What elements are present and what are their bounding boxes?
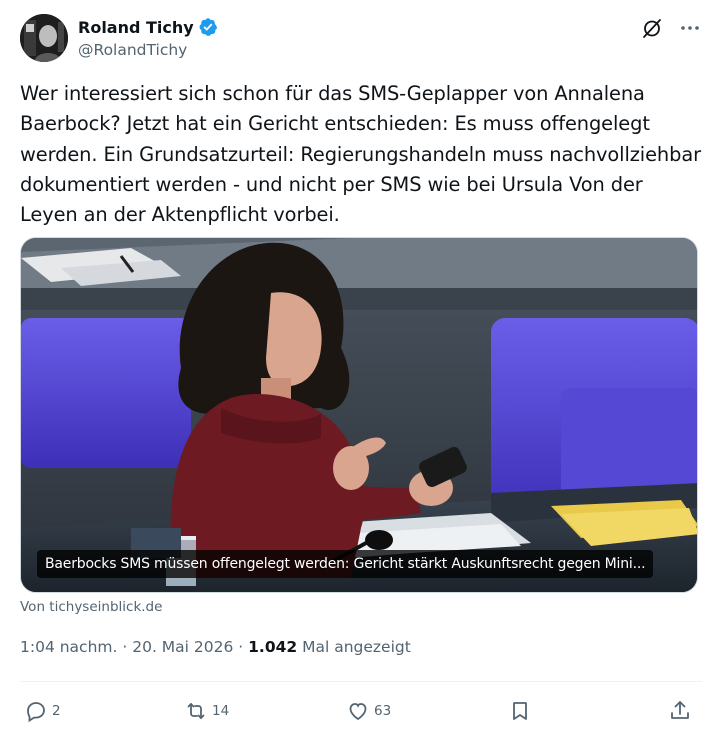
- like-button[interactable]: 63: [346, 694, 391, 728]
- link-card[interactable]: Baerbocks SMS müssen offengelegt werden:…: [20, 237, 698, 593]
- bookmark-button[interactable]: [508, 694, 532, 728]
- reply-button[interactable]: 2: [24, 694, 61, 728]
- tweet-text: Wer interessiert sich schon für das SMS-…: [20, 82, 701, 227]
- meta-separator: ·: [117, 638, 133, 656]
- repost-icon: [187, 703, 205, 719]
- bookmark-icon: [513, 702, 527, 720]
- reply-icon: [27, 702, 45, 723]
- more-icon[interactable]: [678, 16, 702, 40]
- card-source[interactable]: Von tichyseinblick.de: [20, 599, 162, 615]
- share-button[interactable]: [668, 694, 692, 728]
- action-bar: 2 14 63: [20, 694, 702, 728]
- author-name[interactable]: Roland Tichy: [78, 18, 194, 37]
- repost-count: 14: [212, 703, 230, 719]
- card-image[interactable]: [21, 238, 698, 593]
- avatar[interactable]: [20, 14, 68, 62]
- tweet-date[interactable]: 20. Mai 2026: [132, 638, 233, 656]
- author-block: Roland Tichy @RolandTichy: [78, 16, 218, 59]
- meta-separator: ·: [233, 638, 249, 656]
- verified-badge-icon[interactable]: [198, 17, 218, 37]
- share-icon: [671, 701, 689, 719]
- card-caption[interactable]: Baerbocks SMS müssen offengelegt werden:…: [37, 550, 654, 578]
- like-icon: [349, 703, 367, 721]
- views-label: Mal angezeigt: [297, 638, 411, 656]
- reply-count: 2: [52, 703, 61, 719]
- repost-button[interactable]: 14: [184, 694, 229, 728]
- tweet-time[interactable]: 1:04 nachm.: [20, 638, 117, 656]
- like-count: 63: [374, 703, 392, 719]
- tweet-meta: 1:04 nachm. · 20. Mai 2026 · 1.042 Mal a…: [20, 638, 411, 656]
- author-handle[interactable]: @RolandTichy: [78, 41, 218, 59]
- grok-icon[interactable]: [640, 16, 664, 40]
- divider: [20, 681, 702, 682]
- views-count: 1.042: [248, 638, 298, 656]
- tweet-header: Roland Tichy @RolandTichy: [20, 14, 702, 64]
